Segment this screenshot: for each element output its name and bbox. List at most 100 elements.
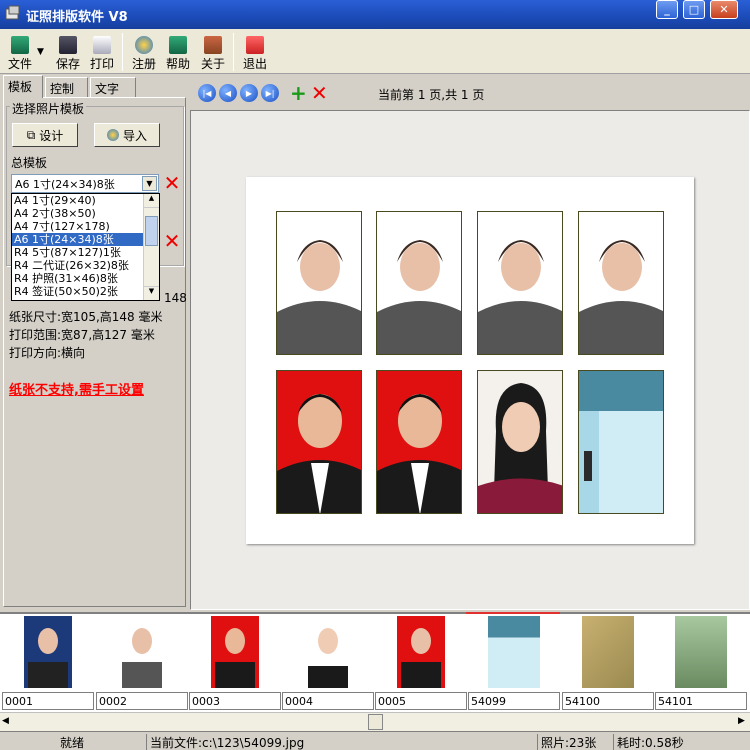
thumbnail-scrollbar[interactable]: ◀ ▶ bbox=[0, 712, 750, 731]
import-icon bbox=[106, 129, 119, 141]
print-icon bbox=[93, 36, 111, 54]
thumbnail-image bbox=[304, 616, 352, 688]
import-button[interactable]: 导入 bbox=[94, 123, 160, 147]
thumbnail[interactable] bbox=[2, 616, 94, 692]
thumbnail-label[interactable]: 54099 bbox=[468, 692, 560, 710]
thumbnail[interactable] bbox=[655, 616, 747, 692]
maximize-button[interactable]: □ bbox=[683, 0, 705, 19]
template-option[interactable]: R4 二代证(26×32)8张 bbox=[12, 259, 143, 272]
template-option[interactable]: R4 5寸(87×127)1张 bbox=[12, 246, 143, 259]
template-option[interactable]: A4 2寸(38×50) bbox=[12, 207, 143, 220]
minimize-button[interactable]: _ bbox=[656, 0, 678, 19]
thumbnail-strip: 0001 0002 0003 0004 0005 54099 54100 541… bbox=[0, 612, 750, 712]
photo-slot[interactable] bbox=[276, 211, 362, 355]
thumbnail-label[interactable]: 0004 bbox=[282, 692, 374, 710]
thumbnail-image bbox=[24, 616, 72, 688]
thumbnail[interactable] bbox=[375, 616, 467, 692]
status-photo-count: 照片:23张 bbox=[537, 734, 612, 750]
tab-control[interactable]: 控制 bbox=[45, 77, 88, 97]
tab-text[interactable]: 文字 bbox=[90, 77, 136, 97]
thumbnail-image bbox=[397, 616, 445, 688]
exit-icon bbox=[246, 36, 264, 54]
save-icon bbox=[59, 36, 77, 54]
thumbnail-label[interactable]: 0003 bbox=[189, 692, 281, 710]
status-bar: 就绪 当前文件:c:\123\54099.jpg 照片:23张 耗时:0.58秒 bbox=[0, 731, 750, 750]
thumbnail[interactable] bbox=[282, 616, 374, 692]
thumbnail-image bbox=[675, 616, 727, 688]
delete-sub-template-button[interactable]: ✕ bbox=[163, 231, 181, 251]
delete-main-template-button[interactable]: ✕ bbox=[163, 173, 181, 193]
help-icon bbox=[169, 36, 187, 54]
last-page-icon[interactable]: ▶| bbox=[261, 84, 279, 102]
thumbnail[interactable] bbox=[562, 616, 654, 692]
template-group-title: 选择照片模板 bbox=[10, 100, 87, 117]
add-icon[interactable]: + bbox=[290, 81, 307, 105]
design-icon: ⧉ bbox=[26, 127, 36, 142]
template-option-selected[interactable]: A6 1寸(24×34)8张 bbox=[12, 233, 143, 246]
thumbnail[interactable] bbox=[96, 616, 188, 692]
title-bar: 证照排版软件 V8 _ □ ✕ bbox=[0, 0, 750, 29]
first-page-icon[interactable]: |◀ bbox=[198, 84, 216, 102]
next-page-icon[interactable]: ▶ bbox=[240, 84, 258, 102]
prev-page-icon[interactable]: ◀ bbox=[219, 84, 237, 102]
file-dropdown-arrow[interactable]: ▼ bbox=[37, 47, 44, 57]
template-option[interactable]: A4 1寸(29×40) bbox=[12, 194, 143, 207]
main-template-select[interactable]: A6 1寸(24×34)8张 ▼ bbox=[11, 174, 159, 193]
close-button[interactable]: ✕ bbox=[710, 0, 738, 19]
page-nav-bar: |◀ ◀ ▶ ▶| + ✕ 当前第 1 页,共 1 页 bbox=[190, 75, 750, 110]
thumbnail[interactable] bbox=[189, 616, 281, 692]
thumbnail-image bbox=[211, 616, 259, 688]
template-option[interactable]: A4 7寸(127×178) bbox=[12, 220, 143, 233]
tab-template[interactable]: 模板 bbox=[3, 75, 43, 98]
thumbnail-label[interactable]: 54100 bbox=[562, 692, 654, 710]
register-button[interactable]: 注册 bbox=[128, 34, 160, 72]
thumbnail-label[interactable]: 54101 bbox=[655, 692, 747, 710]
app-icon bbox=[4, 5, 22, 23]
delete-icon[interactable]: ✕ bbox=[311, 81, 328, 105]
photo-slot[interactable] bbox=[578, 370, 664, 514]
thumbnail-image bbox=[118, 616, 166, 688]
thumbnail-label[interactable]: 0001 bbox=[2, 692, 94, 710]
chevron-down-icon[interactable]: ▼ bbox=[142, 176, 157, 191]
thumbnail-label[interactable]: 0002 bbox=[96, 692, 188, 710]
photo-slot[interactable] bbox=[477, 370, 563, 514]
photo-slot[interactable] bbox=[376, 211, 462, 355]
template-option[interactable]: R4 签证(50×50)2张 bbox=[12, 285, 143, 298]
paper-warning[interactable]: 纸张不支持,需手工设置 bbox=[9, 379, 144, 398]
paper-preview[interactable] bbox=[246, 177, 694, 544]
print-button[interactable]: 打印 bbox=[86, 34, 118, 72]
template-option[interactable]: R4 护照(31×46)8张 bbox=[12, 272, 143, 285]
thumbnail-image bbox=[488, 616, 540, 688]
print-range-info: 打印范围:宽87,高127 毫米 bbox=[9, 328, 155, 342]
register-icon bbox=[135, 36, 153, 54]
status-elapsed: 耗时:0.58秒 bbox=[613, 734, 750, 750]
photo-slot[interactable] bbox=[578, 211, 664, 355]
about-icon bbox=[204, 36, 222, 54]
exit-button[interactable]: 退出 bbox=[239, 34, 271, 72]
status-current-file: 当前文件:c:\123\54099.jpg bbox=[146, 734, 536, 750]
photo-slot[interactable] bbox=[477, 211, 563, 355]
photo-slot[interactable] bbox=[376, 370, 462, 514]
left-panel: 模板 控制 文字 选择照片模板 ⧉ 设计 导入 总模板 A6 1寸(24×34)… bbox=[0, 75, 190, 610]
help-button[interactable]: 帮助 bbox=[162, 34, 194, 72]
thumbnail[interactable] bbox=[468, 616, 560, 692]
scroll-right-icon[interactable]: ▶ bbox=[738, 716, 745, 726]
file-icon bbox=[11, 36, 29, 54]
info-partial: 148 bbox=[164, 291, 187, 305]
about-button[interactable]: 关于 bbox=[197, 34, 229, 72]
scroll-thumb[interactable] bbox=[368, 714, 383, 730]
toolbar: 文件 ▼ 保存 打印 注册 帮助 关于 退出 bbox=[0, 29, 750, 74]
design-button[interactable]: ⧉ 设计 bbox=[12, 123, 78, 147]
dropdown-scrollbar[interactable]: ▲ ▼ bbox=[143, 194, 159, 300]
file-button[interactable]: 文件 bbox=[4, 34, 36, 72]
photo-slot[interactable] bbox=[276, 370, 362, 514]
window-title: 证照排版软件 V8 bbox=[26, 10, 128, 25]
scroll-left-icon[interactable]: ◀ bbox=[2, 716, 9, 726]
main-template-label: 总模板 bbox=[11, 156, 48, 170]
status-ready: 就绪 bbox=[60, 736, 85, 750]
template-dropdown-list: A4 1寸(29×40) A4 2寸(38×50) A4 7寸(127×178)… bbox=[11, 193, 160, 301]
thumbnail-label[interactable]: 0005 bbox=[375, 692, 467, 710]
paper-size-info: 纸张尺寸:宽105,高148 毫米 bbox=[9, 310, 163, 324]
thumbnail-image bbox=[582, 616, 634, 688]
save-button[interactable]: 保存 bbox=[52, 34, 84, 72]
